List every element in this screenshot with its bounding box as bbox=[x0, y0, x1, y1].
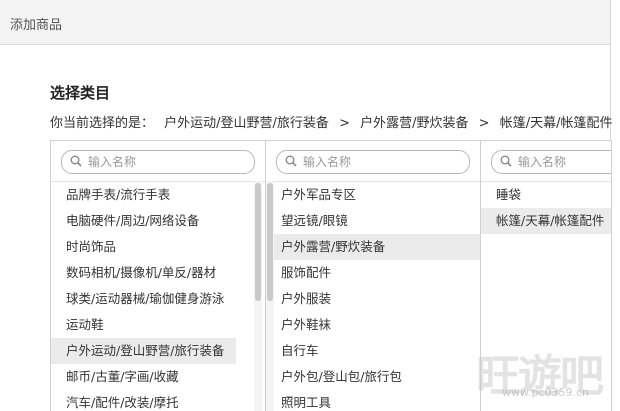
category-item[interactable]: 服饰配件 bbox=[266, 260, 480, 286]
category-item[interactable]: 睡袋 bbox=[481, 182, 611, 208]
category-item[interactable]: 户外运动/登山野营/旅行装备 bbox=[51, 338, 236, 364]
category-item[interactable]: 户外服装 bbox=[266, 286, 480, 312]
search-box[interactable] bbox=[276, 150, 470, 174]
search-box[interactable] bbox=[61, 150, 255, 174]
search-box[interactable] bbox=[491, 150, 611, 174]
category-item[interactable]: 数码相机/摄像机/单反/器材 bbox=[51, 260, 236, 286]
category-list: 户外军品专区 望远镜/眼镜 户外露营/野炊装备 服饰配件 户外服装 户外鞋袜 自行车 户外包/… bbox=[266, 181, 480, 411]
section-title: 选择类目 bbox=[50, 84, 111, 102]
path-separator: > bbox=[478, 116, 490, 131]
category-item[interactable]: 汽车/配件/改装/摩托 bbox=[51, 390, 236, 411]
current-selection-path: 你当前选择的是： 户外运动/登山野营/旅行装备 > 户外露营/野炊装备 > 帐篷… bbox=[50, 112, 612, 131]
category-list: 睡袋 帐篷/天幕/帐篷配件 bbox=[481, 181, 611, 234]
dialog-header: 添加商品 bbox=[0, 0, 610, 45]
search-icon bbox=[500, 155, 512, 167]
path-level-3: 帐篷/天幕/帐篷配件 bbox=[499, 116, 613, 131]
category-item[interactable]: 球类/运动器械/瑜伽健身游泳 bbox=[51, 286, 236, 312]
category-item[interactable]: 自行车 bbox=[266, 338, 480, 364]
search-icon bbox=[70, 155, 82, 167]
category-column-level-2: 户外军品专区望远镜/眼镜户外露营/野炊装备服饰配件户外服装户外鞋袜自行车户外包/… bbox=[266, 141, 481, 411]
category-item[interactable]: 帐篷/天幕/帐篷配件 bbox=[481, 208, 611, 234]
path-prefix: 你当前选择的是： bbox=[50, 116, 155, 131]
search-input[interactable] bbox=[88, 153, 238, 171]
category-item[interactable]: 时尚饰品 bbox=[51, 234, 236, 260]
scrollbar-thumb[interactable] bbox=[255, 183, 261, 301]
search-input[interactable] bbox=[518, 153, 611, 171]
category-item[interactable]: 望远镜/眼镜 bbox=[266, 208, 480, 234]
category-column-level-1: 品牌手表/流行手表电脑硬件/周边/网络设备时尚饰品数码相机/摄像机/单反/器材球… bbox=[51, 141, 266, 411]
category-item[interactable]: 品牌手表/流行手表 bbox=[51, 182, 236, 208]
category-item[interactable]: 户外包/登山包/旅行包 bbox=[266, 364, 480, 390]
search-input[interactable] bbox=[303, 153, 453, 171]
watermark-url: www.pc0359.cn bbox=[502, 386, 590, 399]
path-level-2: 户外露营/野炊装备 bbox=[360, 116, 469, 131]
category-item[interactable]: 户外军品专区 bbox=[266, 182, 480, 208]
category-item[interactable]: 户外露营/野炊装备 bbox=[266, 234, 480, 260]
category-item[interactable]: 照明工具 bbox=[266, 390, 480, 411]
scrollbar[interactable] bbox=[254, 181, 262, 411]
add-product-dialog: 添加商品 选择类目 你当前选择的是： 户外运动/登山野营/旅行装备 > 户外露营… bbox=[0, 0, 612, 411]
category-item[interactable]: 邮币/古董/字画/收藏 bbox=[51, 364, 236, 390]
path-separator: > bbox=[339, 116, 350, 131]
scrollbar[interactable] bbox=[266, 181, 274, 411]
category-item[interactable]: 户外鞋袜 bbox=[266, 312, 480, 338]
category-item[interactable]: 运动鞋 bbox=[51, 312, 236, 338]
scrollbar-thumb[interactable] bbox=[267, 183, 273, 301]
dialog-title: 添加商品 bbox=[10, 18, 63, 33]
search-icon bbox=[285, 155, 297, 167]
path-level-1: 户外运动/登山野营/旅行装备 bbox=[164, 116, 329, 131]
category-list: 品牌手表/流行手表 电脑硬件/周边/网络设备 时尚饰品 数码相机/摄像机/单反/器材球… bbox=[51, 181, 265, 411]
category-item[interactable]: 电脑硬件/周边/网络设备 bbox=[51, 208, 236, 234]
